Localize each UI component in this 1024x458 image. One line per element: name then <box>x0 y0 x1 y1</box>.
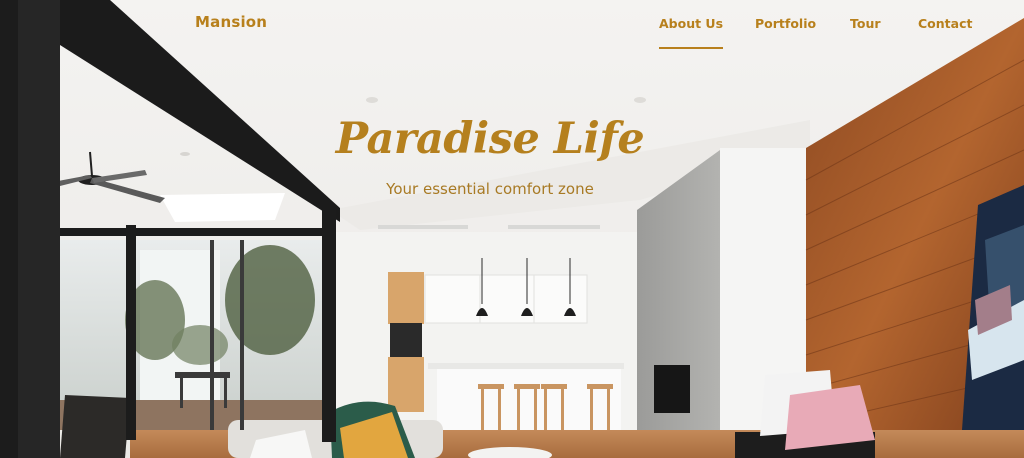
nav-tour[interactable]: Tour <box>850 16 881 31</box>
hero-subtitle: Your essential comfort zone <box>386 180 594 198</box>
hero-background-image <box>0 0 1024 458</box>
nav-about-us[interactable]: About Us <box>659 16 724 49</box>
hero-title: Paradise Life <box>335 114 645 164</box>
interior-photo <box>0 0 1024 458</box>
brand-logo[interactable]: Mansion <box>195 13 267 31</box>
nav-portfolio[interactable]: Portfolio <box>755 16 816 31</box>
top-navigation: Mansion About Us Portfolio Tour Contact <box>0 0 1024 56</box>
nav-contact[interactable]: Contact <box>918 16 972 31</box>
